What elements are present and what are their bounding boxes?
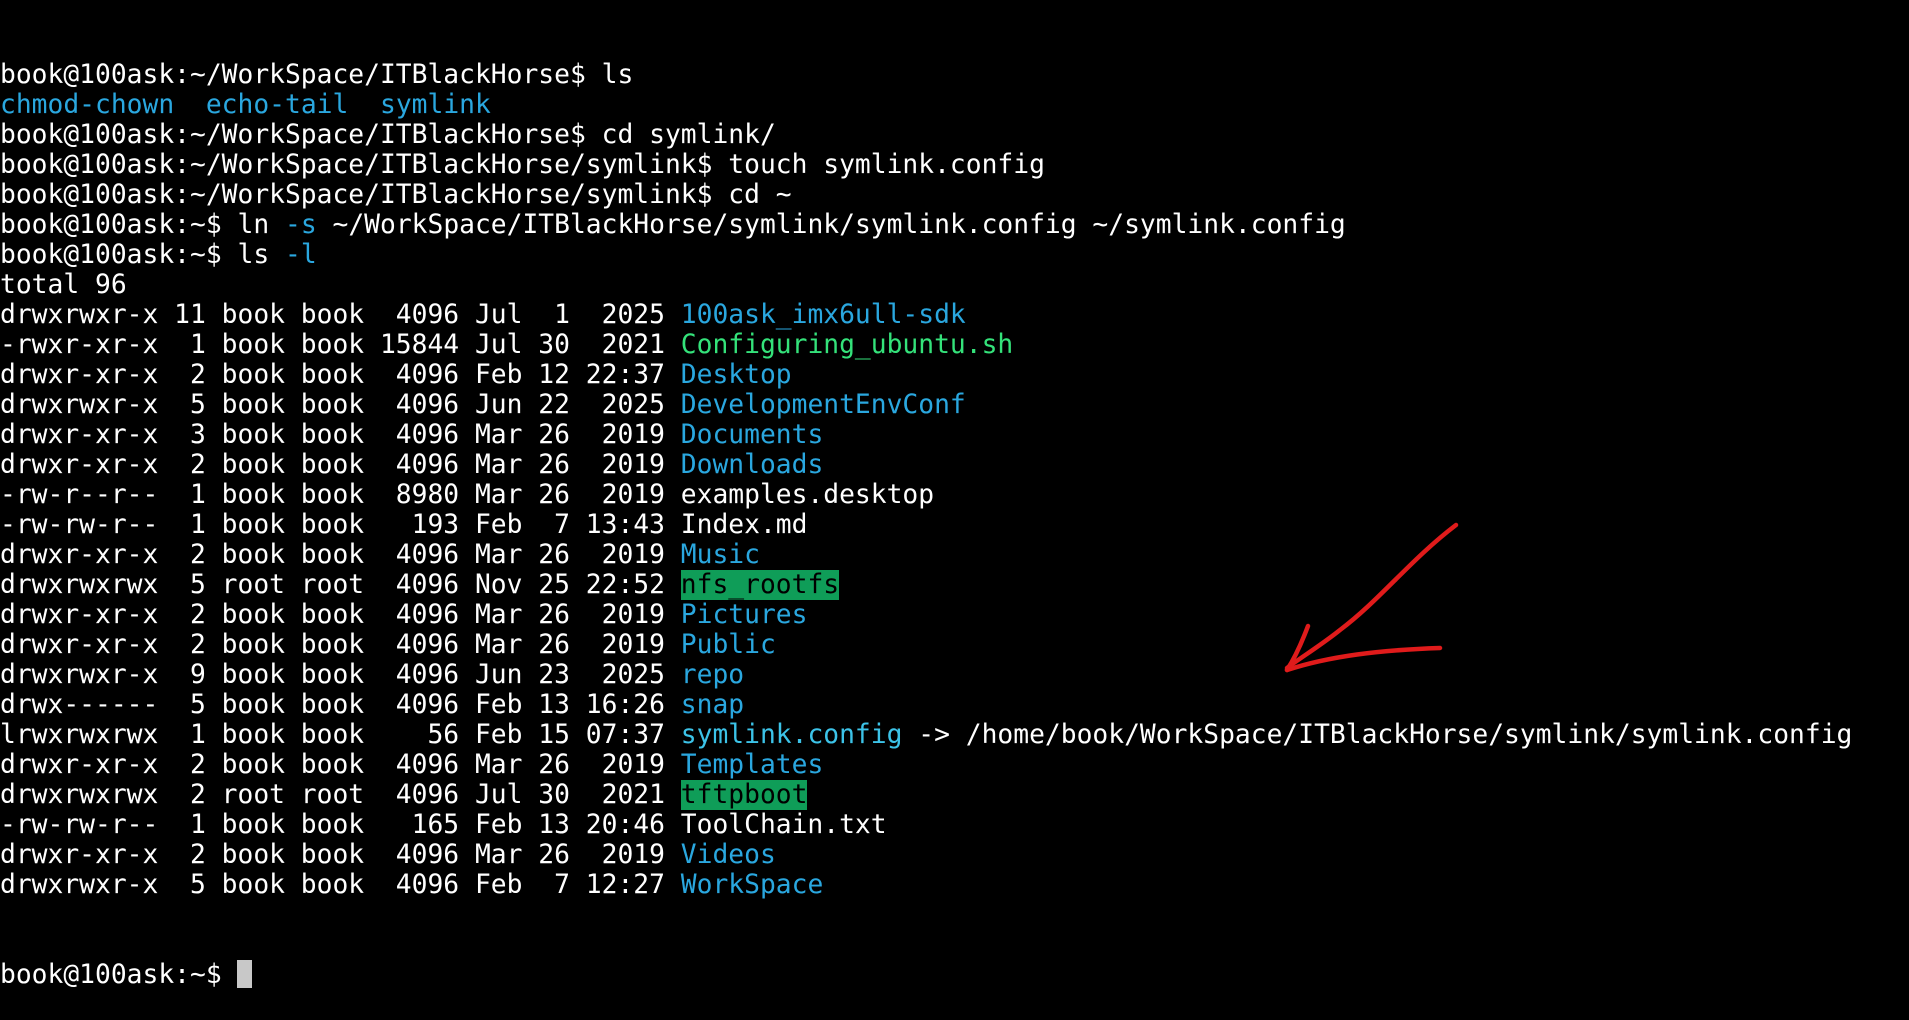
terminal-text-segment: Music xyxy=(680,540,760,570)
terminal-text-segment: book@100ask:~$ ln xyxy=(0,210,285,240)
terminal-text-segment: snap xyxy=(680,690,745,720)
terminal-text-segment: drwxrwxrwx 2 root root 4096 Jul 30 2021 xyxy=(0,780,681,810)
terminal-text-segment: drwxr-xr-x 2 book book 4096 Mar 26 2019 xyxy=(0,630,681,660)
terminal-line: -rw-rw-r-- 1 book book 193 Feb 7 13:43 I… xyxy=(0,510,1909,540)
prompt-text: book@100ask:~$ xyxy=(0,960,238,990)
terminal-line: drwxrwxr-x 9 book book 4096 Jun 23 2025 … xyxy=(0,660,1909,690)
terminal-line: -rw-rw-r-- 1 book book 165 Feb 13 20:46 … xyxy=(0,810,1909,840)
terminal-text-segment: chmod-chown xyxy=(0,90,175,120)
terminal-line: total 96 xyxy=(0,270,1909,300)
terminal-text-segment: book@100ask:~$ ls xyxy=(0,240,285,270)
terminal-line: book@100ask:~$ ls -l xyxy=(0,240,1909,270)
terminal-text-segment: total 96 xyxy=(0,270,127,300)
terminal-text-segment: drwxrwxrwx 5 root root 4096 Nov 25 22:52 xyxy=(0,570,681,600)
terminal-text-segment: -rw-rw-r-- 1 book book 165 Feb 13 20:46 … xyxy=(0,810,887,840)
terminal-text-segment: -rw-r--r-- 1 book book 8980 Mar 26 2019 … xyxy=(0,480,935,510)
terminal-text-segment: book@100ask:~/WorkSpace/ITBlackHorse/sym… xyxy=(0,150,1045,180)
terminal-text-segment: Desktop xyxy=(680,360,792,390)
terminal-line: drwxr-xr-x 2 book book 4096 Mar 26 2019 … xyxy=(0,840,1909,870)
terminal-line: drwxr-xr-x 2 book book 4096 Mar 26 2019 … xyxy=(0,630,1909,660)
terminal-text-segment: -> /home/book/WorkSpace/ITBlackHorse/sym… xyxy=(902,720,1853,750)
terminal-text-segment: 100ask_imx6ull-sdk xyxy=(680,300,966,330)
terminal-text-segment: repo xyxy=(680,660,745,690)
terminal-text-segment: nfs_rootfs xyxy=(680,570,840,600)
terminal-text-segment: -l xyxy=(284,240,317,270)
terminal-text-segment: -s xyxy=(284,210,317,240)
terminal-text-segment: Videos xyxy=(680,840,776,870)
terminal-text-segment: echo-tail xyxy=(205,90,349,120)
terminal-text-segment: drwxr-xr-x 2 book book 4096 Mar 26 2019 xyxy=(0,450,681,480)
terminal-text-segment: book@100ask:~/WorkSpace/ITBlackHorse$ cd… xyxy=(0,120,776,150)
terminal-line: drwxrwxr-x 11 book book 4096 Jul 1 2025 … xyxy=(0,300,1909,330)
terminal-text-segment: WorkSpace xyxy=(680,870,824,900)
text-cursor xyxy=(237,960,253,988)
terminal-text-segment: lrwxrwxrwx 1 book book 56 Feb 15 07:37 xyxy=(0,720,681,750)
terminal-line: book@100ask:~/WorkSpace/ITBlackHorse/sym… xyxy=(0,150,1909,180)
terminal-line: drwxrwxr-x 5 book book 4096 Feb 7 12:27 … xyxy=(0,870,1909,900)
terminal-text-segment: symlink.config xyxy=(680,720,903,750)
terminal-prompt-line[interactable]: book@100ask:~$ xyxy=(0,960,1909,990)
terminal-text-segment: drwxr-xr-x 2 book book 4096 Mar 26 2019 xyxy=(0,840,681,870)
terminal-text-segment: drwxrwxr-x 5 book book 4096 Feb 7 12:27 xyxy=(0,870,681,900)
terminal-text-segment: drwxr-xr-x 2 book book 4096 Mar 26 2019 xyxy=(0,600,681,630)
terminal-line: drwxr-xr-x 2 book book 4096 Feb 12 22:37… xyxy=(0,360,1909,390)
terminal-line: -rw-r--r-- 1 book book 8980 Mar 26 2019 … xyxy=(0,480,1909,510)
terminal-text-segment: drwxrwxr-x 5 book book 4096 Jun 22 2025 xyxy=(0,390,681,420)
terminal-line: drwxr-xr-x 2 book book 4096 Mar 26 2019 … xyxy=(0,450,1909,480)
terminal-line: drwxrwxrwx 2 root root 4096 Jul 30 2021 … xyxy=(0,780,1909,810)
terminal-text-segment: Pictures xyxy=(680,600,808,630)
terminal-line: book@100ask:~/WorkSpace/ITBlackHorse$ ls xyxy=(0,60,1909,90)
terminal-line: drwxr-xr-x 2 book book 4096 Mar 26 2019 … xyxy=(0,750,1909,780)
terminal-text-segment: Downloads xyxy=(680,450,824,480)
terminal-line: -rwxr-xr-x 1 book book 15844 Jul 30 2021… xyxy=(0,330,1909,360)
terminal-text-segment: Templates xyxy=(680,750,824,780)
terminal-text-segment: ~/WorkSpace/ITBlackHorse/symlink/symlink… xyxy=(316,210,1346,240)
terminal-text-segment: book@100ask:~/WorkSpace/ITBlackHorse/sym… xyxy=(0,180,792,210)
terminal-text-segment: drwxrwxr-x 9 book book 4096 Jun 23 2025 xyxy=(0,660,681,690)
terminal-text-segment: drwx------ 5 book book 4096 Feb 13 16:26 xyxy=(0,690,681,720)
terminal-line: drwxrwxr-x 5 book book 4096 Jun 22 2025 … xyxy=(0,390,1909,420)
terminal-line: drwxr-xr-x 2 book book 4096 Mar 26 2019 … xyxy=(0,540,1909,570)
terminal-window[interactable]: book@100ask:~/WorkSpace/ITBlackHorse$ ls… xyxy=(0,0,1909,990)
terminal-text-segment: Configuring_ubuntu.sh xyxy=(680,330,1014,360)
terminal-text-segment: drwxr-xr-x 3 book book 4096 Mar 26 2019 xyxy=(0,420,681,450)
terminal-line: book@100ask:~$ ln -s ~/WorkSpace/ITBlack… xyxy=(0,210,1909,240)
terminal-text-segment: drwxrwxr-x 11 book book 4096 Jul 1 2025 xyxy=(0,300,681,330)
terminal-text-segment: DevelopmentEnvConf xyxy=(680,390,966,420)
terminal-line: drwxrwxrwx 5 root root 4096 Nov 25 22:52… xyxy=(0,570,1909,600)
terminal-text-segment: drwxr-xr-x 2 book book 4096 Mar 26 2019 xyxy=(0,540,681,570)
terminal-text-segment: drwxr-xr-x 2 book book 4096 Feb 12 22:37 xyxy=(0,360,681,390)
terminal-text-segment: -rw-rw-r-- 1 book book 193 Feb 7 13:43 I… xyxy=(0,510,808,540)
terminal-text-segment: Documents xyxy=(680,420,824,450)
terminal-line: book@100ask:~/WorkSpace/ITBlackHorse/sym… xyxy=(0,180,1909,210)
terminal-text-segment: book@100ask:~/WorkSpace/ITBlackHorse$ ls xyxy=(0,60,634,90)
terminal-text-segment: Public xyxy=(680,630,776,660)
terminal-text-segment: symlink xyxy=(380,90,491,120)
terminal-line: drwx------ 5 book book 4096 Feb 13 16:26… xyxy=(0,690,1909,720)
terminal-output: book@100ask:~/WorkSpace/ITBlackHorse$ ls… xyxy=(0,60,1909,900)
terminal-line: drwxr-xr-x 3 book book 4096 Mar 26 2019 … xyxy=(0,420,1909,450)
terminal-line: book@100ask:~/WorkSpace/ITBlackHorse$ cd… xyxy=(0,120,1909,150)
terminal-text-segment: tftpboot xyxy=(680,780,808,810)
terminal-text-segment: -rwxr-xr-x 1 book book 15844 Jul 30 2021 xyxy=(0,330,681,360)
terminal-line: chmod-chown echo-tail symlink xyxy=(0,90,1909,120)
terminal-text-segment: drwxr-xr-x 2 book book 4096 Mar 26 2019 xyxy=(0,750,681,780)
terminal-line: lrwxrwxrwx 1 book book 56 Feb 15 07:37 s… xyxy=(0,720,1909,750)
terminal-line: drwxr-xr-x 2 book book 4096 Mar 26 2019 … xyxy=(0,600,1909,630)
